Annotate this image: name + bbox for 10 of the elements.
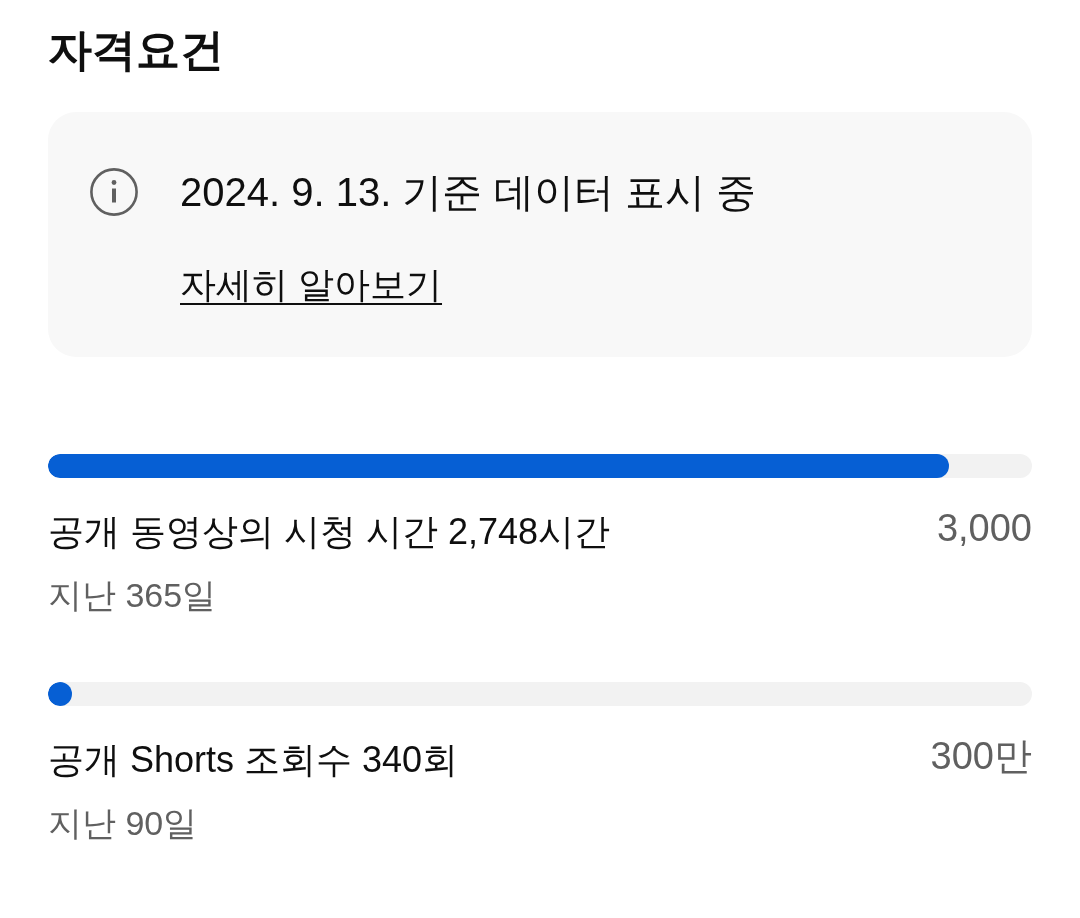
requirement-label: 공개 동영상의 시청 시간 2,748시간 (48, 510, 611, 554)
learn-more-link[interactable]: 자세히 알아보기 (180, 262, 442, 306)
requirement-target: 3,000 (936, 506, 1032, 551)
requirement-label: 공개 Shorts 조회수 340회 (48, 737, 459, 782)
requirement-period: 지난 90일 (48, 803, 199, 844)
requirement-target: 300만 (930, 733, 1032, 779)
info-icon (90, 167, 138, 216)
section-title: 자격요건 (48, 24, 225, 76)
requirement-period: 지난 365일 (48, 575, 218, 616)
notice-text: 2024. 9. 13. 기준 데이터 표시 중 (180, 168, 756, 216)
